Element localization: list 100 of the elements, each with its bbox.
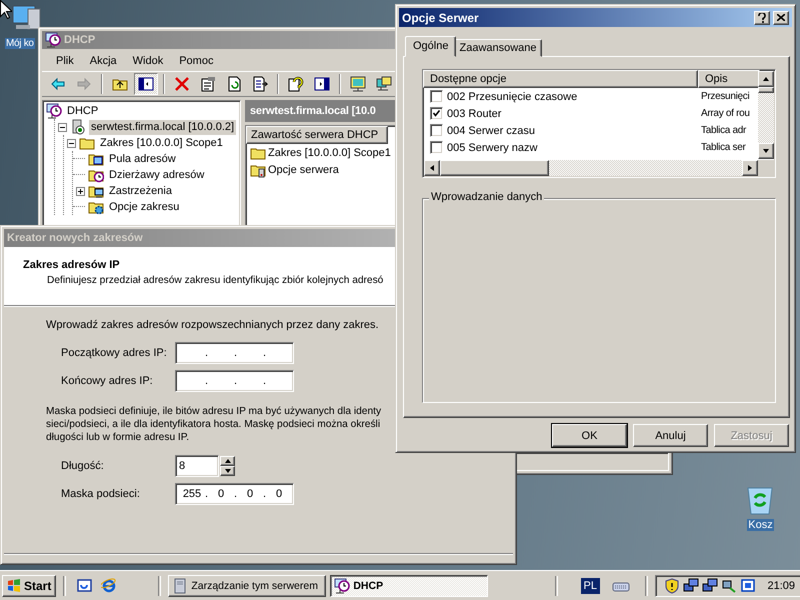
option-name[interactable]: 002 Przesunięcie czasowe (447, 90, 578, 102)
tray-button[interactable] (740, 578, 756, 594)
option-description: Array of rou (700, 108, 750, 119)
two-monitors-icon (376, 76, 392, 92)
tree-pane-icon (138, 76, 154, 92)
dialog-button[interactable]: Anuluj (633, 424, 708, 447)
tree-item[interactable]: Pula adresów (107, 152, 178, 166)
tree-item[interactable]: DHCP (65, 104, 100, 118)
tray-button[interactable] (721, 578, 737, 594)
clock: 21:09 (767, 580, 795, 592)
mask-description: Maska podsieci definiuje, ile bitów adresu IP ma być używanych dla identy sieci/podsieci, a ile dla identyfikatora hosta. Maskę podsieci można określi długości lub w formie adresu IP. (46, 405, 382, 444)
help-button[interactable] (754, 10, 770, 24)
network-icon (683, 578, 699, 594)
tree-item[interactable]: Dzierżawy adresów (107, 168, 206, 182)
properties-icon (200, 76, 216, 92)
desktop-icon-label[interactable]: Kosz (747, 519, 774, 531)
window-title: Opcje Serwer (402, 10, 480, 24)
check-icon (433, 110, 440, 117)
back-arrow-icon (50, 76, 66, 92)
wizard-heading: Zakres adresów IP (23, 259, 121, 271)
network-icon (702, 578, 718, 594)
server-icon (70, 119, 86, 135)
field-label: Długość: (61, 460, 105, 472)
mouse-cursor-icon (0, 0, 12, 19)
dhcp-server-icon (46, 103, 62, 119)
tree-item[interactable]: serwtest.firma.local [10.0.0.2] (89, 120, 236, 134)
server-monitor-icon (350, 76, 366, 92)
close-button[interactable] (773, 10, 789, 24)
menu-item[interactable]: Widok (124, 55, 172, 67)
menu-item[interactable]: Plik (48, 55, 82, 67)
option-name[interactable]: 004 Serwer czasu (447, 124, 536, 136)
instruction-text: Wprowadź zakres adresów rozpowszechnianych przez dany zakres. (46, 319, 380, 331)
action-pane-icon (314, 76, 330, 92)
language-indicator[interactable]: PL (580, 578, 600, 594)
column-header[interactable]: Opis (698, 70, 760, 88)
field-label: Maska podsieci: (61, 488, 141, 500)
tab[interactable]: Zaawansowane (454, 39, 542, 57)
quick-launch-button[interactable] (77, 578, 94, 594)
quick-launch-button[interactable] (101, 578, 118, 594)
monitor-icon (740, 578, 756, 594)
start-button[interactable]: Start (2, 575, 56, 597)
column-header[interactable]: Zawartość serwera DHCP (246, 126, 388, 144)
ip-address-field[interactable]: . . . (175, 370, 294, 392)
desktop-icon-label[interactable]: Mój ko (5, 38, 35, 49)
close-icon (777, 14, 785, 21)
refresh-icon (226, 76, 242, 92)
checkbox[interactable] (430, 124, 443, 137)
tree-item[interactable]: Zakres [10.0.0.0] Scope1 (98, 136, 225, 150)
expand-toggle[interactable] (67, 138, 76, 148)
option-name[interactable]: 003 Router (447, 108, 502, 120)
list-item[interactable]: Opcje serwera (268, 164, 339, 176)
tray-button[interactable] (702, 578, 718, 594)
option-description: Przesunięci (700, 91, 750, 102)
spin-down-button[interactable] (220, 466, 235, 476)
tree-item[interactable]: Opcje zakresu (107, 200, 182, 214)
window-title: DHCP (64, 34, 96, 46)
toolbar-button[interactable] (134, 73, 158, 95)
list-item[interactable]: Zakres [10.0.0.0] Scope1 (268, 146, 391, 158)
option-name[interactable]: 005 Serwery nazw (447, 142, 538, 154)
ip-address-field[interactable]: 255 . 0 . 0 . 0 (175, 483, 294, 505)
tray-button[interactable] (664, 578, 680, 594)
expand-toggle[interactable] (76, 186, 85, 196)
forward-arrow-icon (76, 76, 92, 92)
length-field[interactable]: 8 (175, 455, 219, 477)
option-description: Tablica ser (700, 142, 746, 153)
help-icon (758, 12, 766, 22)
expand-toggle[interactable] (58, 122, 67, 132)
dhcp-server-icon (334, 578, 350, 594)
tab[interactable]: Ogólne (405, 36, 456, 57)
horizontal-scrollbar[interactable] (424, 160, 774, 176)
vertical-scrollbar[interactable] (758, 71, 774, 159)
tray-button[interactable] (683, 578, 699, 594)
checkbox[interactable] (430, 141, 443, 154)
wizard-subheading: Definiujesz przedział adresów zakresu identyfikując zbiór kolejnych adresó (47, 275, 384, 286)
tree-item[interactable]: Zastrzeżenia (107, 184, 174, 198)
checkbox[interactable] (430, 107, 443, 120)
help-icon (288, 76, 304, 92)
export-list-icon (252, 76, 268, 92)
delete-icon (174, 76, 190, 92)
network-connection-icon (721, 578, 737, 594)
taskbar-button[interactable]: Zarządzanie tym serwerem (168, 575, 326, 597)
ip-address-field[interactable]: . . . (175, 342, 294, 364)
dialog-button[interactable]: OK (552, 424, 627, 447)
field-label: Końcowy adres IP: (61, 375, 154, 387)
checkbox[interactable] (430, 90, 443, 103)
group-label: Wprowadzanie danych (429, 191, 544, 203)
server-icon (172, 578, 188, 594)
spin-up-button[interactable] (220, 456, 235, 466)
windows-logo-icon (7, 579, 21, 593)
column-header[interactable]: Dostępne opcje (423, 70, 698, 88)
shield-icon (664, 578, 680, 594)
browser-icon (101, 578, 118, 594)
window-title: Kreator nowych zakresów (7, 232, 143, 244)
option-description: Tablica adr (700, 125, 746, 136)
menu-item[interactable]: Akcja (82, 55, 125, 67)
taskbar-button[interactable]: DHCP (330, 575, 488, 597)
field-label: Początkowy adres IP: (61, 347, 168, 359)
menu-item[interactable]: Pomoc (171, 55, 222, 67)
dhcp-server-icon (45, 32, 61, 48)
desktop-icon (77, 578, 94, 594)
